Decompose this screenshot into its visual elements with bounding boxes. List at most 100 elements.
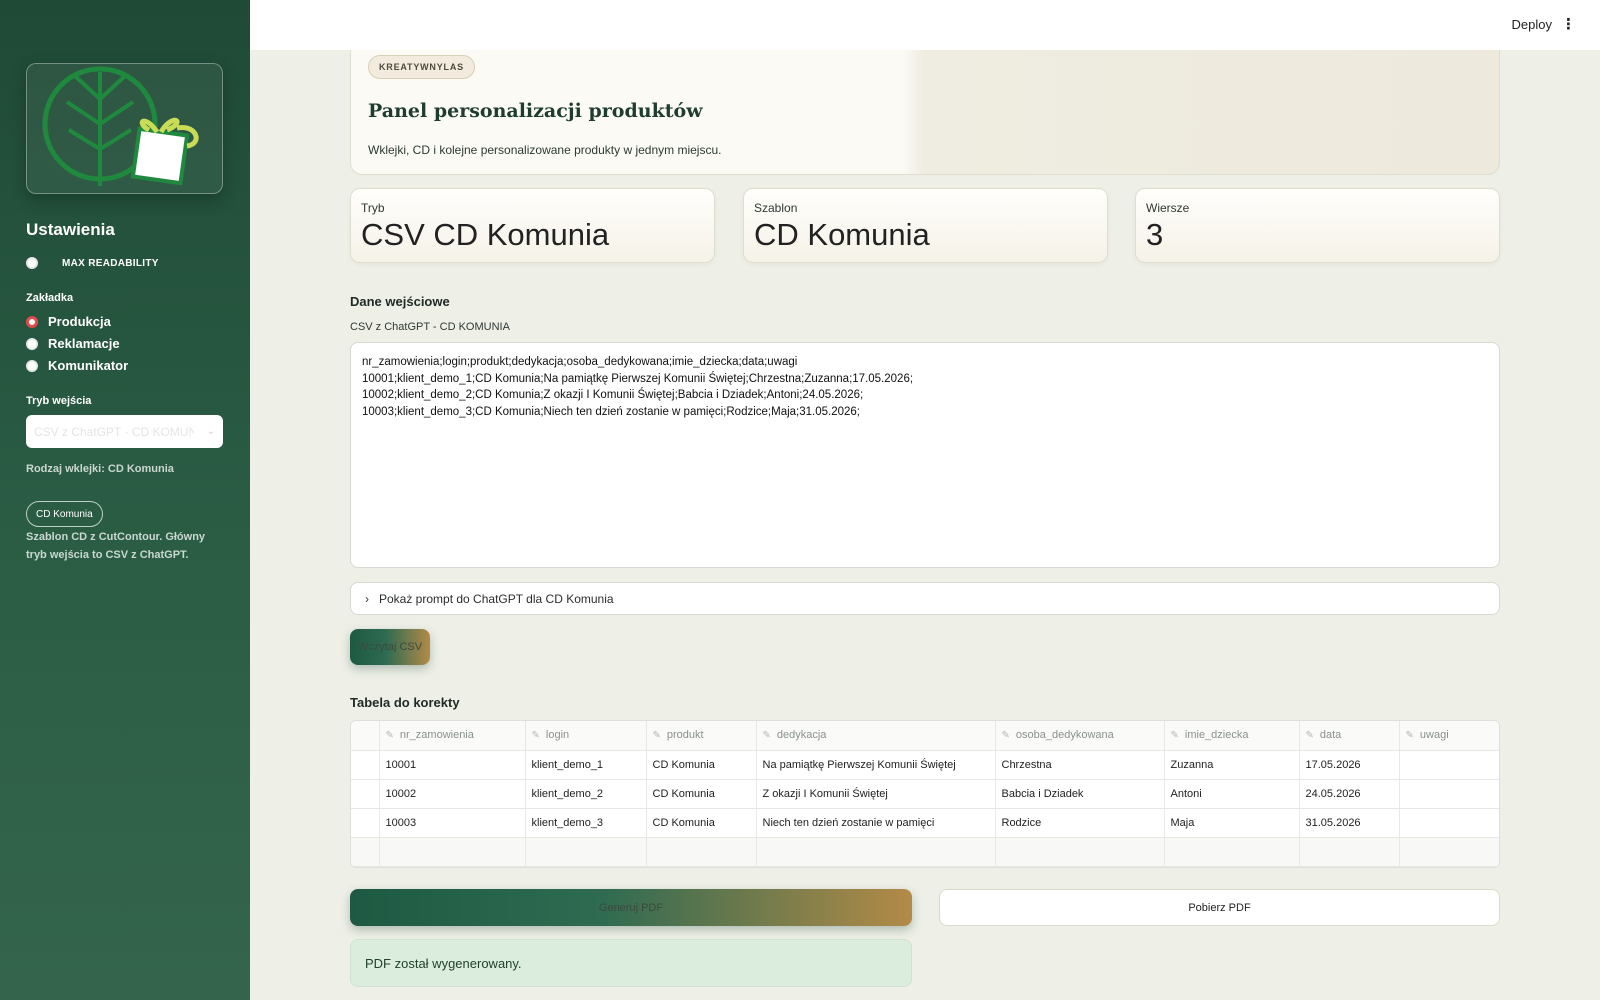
tab-radio-komunikator[interactable]: Komunikator xyxy=(26,358,128,373)
metric-value: 3 xyxy=(1146,217,1164,252)
table-cell[interactable]: Z okazji I Komunii Świętej xyxy=(756,779,996,809)
table-cell[interactable]: Babcia i Dziadek xyxy=(995,779,1165,809)
radio-selected-icon[interactable] xyxy=(26,315,38,328)
download-pdf-button[interactable]: Pobierz PDF xyxy=(939,889,1500,926)
radio-icon[interactable] xyxy=(26,337,38,350)
edit-column-icon: ✎ xyxy=(1305,730,1314,742)
metric-rows: Wiersze 3 xyxy=(1135,188,1500,263)
table-cell[interactable]: klient_demo_3 xyxy=(525,808,647,838)
table-cell[interactable]: Maja xyxy=(1164,808,1300,838)
column-header[interactable]: ✎ uwagi xyxy=(1399,721,1499,751)
column-header[interactable]: ✎ dedykacja xyxy=(756,721,996,751)
column-header[interactable]: ✎ login xyxy=(525,721,647,751)
table-row[interactable]: 10003 klient_demo_3 CD Komunia Niech ten… xyxy=(351,808,1499,838)
page-subtitle: Wklejki, CD i kolejne personalizowane pr… xyxy=(368,143,722,157)
tab-radio-reklamacje[interactable]: Reklamacje xyxy=(26,336,120,351)
column-header[interactable]: ✎ osoba_dedykowana xyxy=(995,721,1165,751)
tab-radio-produkcja[interactable]: Produkcja xyxy=(26,314,111,329)
tab-label: Komunikator xyxy=(48,358,129,373)
table-cell[interactable]: 10003 xyxy=(379,808,526,838)
column-header[interactable]: ✎ nr_zamowienia xyxy=(379,721,526,751)
table-cell[interactable]: 17.05.2026 xyxy=(1299,750,1400,780)
row-index-header xyxy=(351,721,380,751)
table-cell[interactable] xyxy=(1164,837,1300,867)
table-cell[interactable]: CD Komunia xyxy=(646,808,757,838)
correction-table[interactable]: ✎ nr_zamowienia ✎ login ✎ produkt ✎ dedykacj… xyxy=(350,720,1500,868)
input-section-heading: Dane wejściowe xyxy=(350,294,450,309)
row-index[interactable] xyxy=(351,808,380,838)
table-cell[interactable]: 10002 xyxy=(379,779,526,809)
table-cell[interactable] xyxy=(756,837,996,867)
csv-label: CSV z ChatGPT - CD KOMUNIA xyxy=(350,321,510,333)
table-cell[interactable] xyxy=(379,837,526,867)
table-cell[interactable] xyxy=(525,837,647,867)
kebab-menu-icon[interactable]: ⋮ xyxy=(1561,15,1576,33)
input-mode-value: CSV z ChatGPT - CD KOMUNIA xyxy=(34,424,194,439)
max-readability-toggle[interactable]: MAX READABILITY xyxy=(26,257,159,269)
table-empty-row[interactable] xyxy=(351,837,1499,867)
row-index[interactable] xyxy=(351,750,380,780)
edit-column-icon: ✎ xyxy=(652,730,661,742)
table-cell[interactable]: 31.05.2026 xyxy=(1299,808,1400,838)
csv-textarea[interactable]: nr_zamowienia;login;produkt;dedykacja;os… xyxy=(350,342,1500,568)
chevron-down-icon: ⌄ xyxy=(206,426,215,437)
table-cell[interactable]: Na pamiątkę Pierwszej Komunii Świętej xyxy=(756,750,996,780)
column-header[interactable]: ✎ produkt xyxy=(646,721,757,751)
table-section-heading: Tabela do korekty xyxy=(350,695,460,710)
metric-value: CD Komunia xyxy=(754,217,930,252)
load-csv-button[interactable]: Wczytaj CSV xyxy=(350,629,430,665)
page-title: Panel personalizacji produktów xyxy=(368,100,703,122)
deploy-button[interactable]: Deploy xyxy=(1512,17,1552,32)
edit-column-icon: ✎ xyxy=(1001,730,1010,742)
table-cell[interactable] xyxy=(1299,837,1400,867)
table-cell[interactable] xyxy=(1399,808,1499,838)
table-cell[interactable]: CD Komunia xyxy=(646,750,757,780)
table-cell[interactable] xyxy=(1399,779,1499,809)
table-cell[interactable]: CD Komunia xyxy=(646,779,757,809)
table-cell[interactable]: Niech ten dzień zostanie w pamięci xyxy=(756,808,996,838)
table-cell[interactable]: 24.05.2026 xyxy=(1299,779,1400,809)
table-cell[interactable]: klient_demo_1 xyxy=(525,750,647,780)
table-row[interactable]: 10002 klient_demo_2 CD Komunia Z okazji … xyxy=(351,779,1499,809)
input-mode-label: Tryb wejścia xyxy=(26,395,92,407)
metric-value: CSV CD Komunia xyxy=(361,217,610,252)
chevron-right-icon: › xyxy=(365,591,369,606)
expander-label: Pokaż prompt do ChatGPT dla CD Komunia xyxy=(379,591,614,606)
table-cell[interactable] xyxy=(995,837,1165,867)
toggle-icon[interactable] xyxy=(26,257,38,269)
sticker-kind-text: Rodzaj wklejki: CD Komunia xyxy=(26,463,174,475)
brand-badge: KREATYWNYLAS xyxy=(368,55,475,79)
tab-label: Produkcja xyxy=(48,314,111,329)
table-cell[interactable] xyxy=(1399,750,1499,780)
row-index[interactable] xyxy=(351,779,380,809)
success-alert: PDF został wygenerowany. xyxy=(350,939,912,987)
input-mode-select[interactable]: CSV z ChatGPT - CD KOMUNIA ⌄ xyxy=(26,415,223,448)
row-index[interactable] xyxy=(351,837,380,867)
edit-column-icon: ✎ xyxy=(531,730,540,742)
table-cell[interactable]: 10001 xyxy=(379,750,526,780)
table-cell[interactable]: Antoni xyxy=(1164,779,1300,809)
table-cell[interactable] xyxy=(646,837,757,867)
table-header-row: ✎ nr_zamowienia ✎ login ✎ produkt ✎ dedykacj… xyxy=(351,721,1499,751)
hero-card: KREATYWNYLAS Panel personalizacji produk… xyxy=(350,50,1500,175)
edit-column-icon: ✎ xyxy=(1170,730,1179,742)
table-cell[interactable] xyxy=(1399,837,1499,867)
generate-pdf-button[interactable]: Generuj PDF xyxy=(350,889,912,926)
table-cell[interactable]: klient_demo_2 xyxy=(525,779,647,809)
top-bar: Deploy ⋮ xyxy=(250,0,1600,50)
table-row[interactable]: 10001 klient_demo_1 CD Komunia Na pamiąt… xyxy=(351,750,1499,780)
radio-icon[interactable] xyxy=(26,359,38,372)
tab-group-label: Zakładka xyxy=(26,292,74,304)
metric-label: Wiersze xyxy=(1146,201,1190,215)
column-header[interactable]: ✎ imie_dziecka xyxy=(1164,721,1300,751)
chatgpt-prompt-expander[interactable]: › Pokaż prompt do ChatGPT dla CD Komunia xyxy=(350,582,1500,615)
settings-title: Ustawienia xyxy=(26,220,115,239)
metric-label: Tryb xyxy=(361,201,385,215)
metric-template: Szablon CD Komunia xyxy=(743,188,1108,263)
column-header[interactable]: ✎ data xyxy=(1299,721,1400,751)
template-pill[interactable]: CD Komunia xyxy=(26,501,103,527)
table-cell[interactable]: Zuzanna xyxy=(1164,750,1300,780)
edit-column-icon: ✎ xyxy=(385,730,394,742)
table-cell[interactable]: Rodzice xyxy=(995,808,1165,838)
table-cell[interactable]: Chrzestna xyxy=(995,750,1165,780)
